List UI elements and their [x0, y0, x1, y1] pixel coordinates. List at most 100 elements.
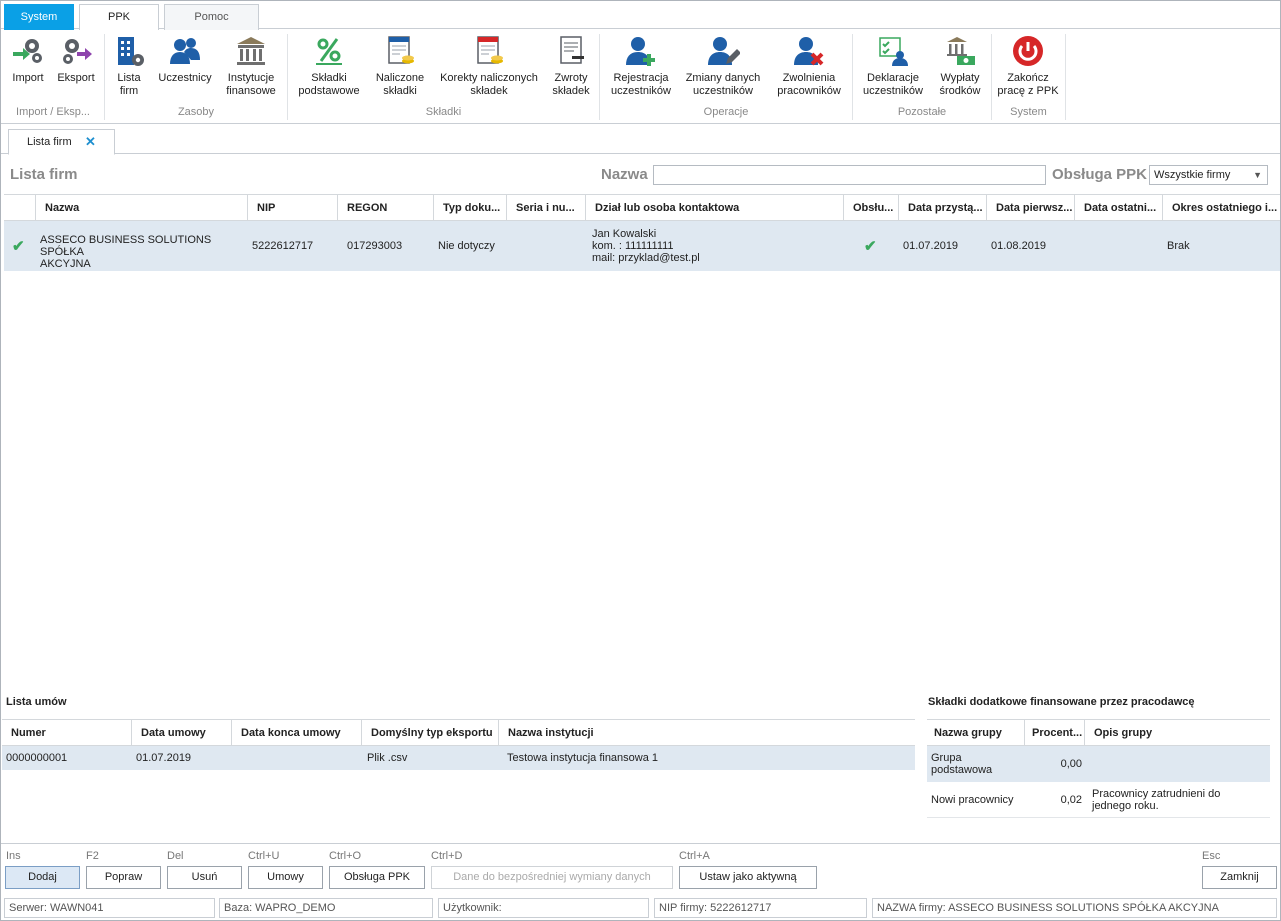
- users-icon: [170, 38, 200, 64]
- zakoncz-label-2: pracę z PPK: [997, 85, 1059, 97]
- uczestnicy-label: Uczestnicy: [158, 72, 212, 84]
- column-header-kontakt[interactable]: Dział lub osoba kontaktowa: [585, 195, 843, 221]
- column-header-regon[interactable]: REGON: [337, 195, 433, 221]
- column-header-nip[interactable]: NIP: [247, 195, 337, 221]
- column-header-typ[interactable]: Typ doku...: [433, 195, 506, 221]
- table-row[interactable]: 0000000001 01.07.2019 Plik .csv Testowa …: [2, 746, 915, 770]
- ribbon-separator: [1065, 34, 1066, 120]
- filter-bar: Lista firm Nazwa Obsługa PPK Wszystkie f…: [1, 157, 1280, 193]
- document-tabs: Lista firm ✕: [1, 125, 1280, 155]
- deklaracje-button[interactable]: Deklaracje uczestników: [858, 34, 928, 98]
- delete-button[interactable]: Usuń: [167, 866, 242, 889]
- firms-grid: Nazwa NIP REGON Typ doku... Seria i nu..…: [4, 194, 1280, 271]
- column-header-typ-eksportu[interactable]: Domyślny typ eksportu: [361, 720, 498, 746]
- skladki-podstawowe-button[interactable]: Składki podstawowe: [293, 34, 365, 98]
- power-icon: [1013, 36, 1043, 66]
- tab-pomoc[interactable]: Pomoc: [164, 4, 259, 30]
- status-database: Baza: WAPRO_DEMO: [219, 898, 433, 918]
- uczestnicy-button[interactable]: Uczestnicy: [156, 34, 214, 85]
- group-label-pozostale: Pozostałe: [897, 106, 947, 118]
- zwroty-label-2: składek: [552, 85, 590, 97]
- shortcut-usun: Del: [167, 850, 184, 862]
- skladki-header: Nazwa grupy Procent... Opis grupy: [927, 719, 1270, 746]
- edit-button[interactable]: Popraw: [86, 866, 161, 889]
- wyplaty-label-2: środków: [939, 85, 981, 97]
- zakoncz-label-1: Zakończ: [1007, 72, 1049, 84]
- wyplaty-button[interactable]: Wypłaty środków: [934, 34, 986, 98]
- cell-data-pierwsz: 01.08.2019: [991, 240, 1047, 252]
- document-coins-icon: [388, 36, 414, 64]
- ppk-service-button[interactable]: Obsługa PPK: [329, 866, 425, 889]
- cell-numer: 0000000001: [6, 752, 68, 764]
- divider: [1, 843, 1280, 844]
- column-header-okres[interactable]: Okres ostatniego i...: [1162, 195, 1280, 221]
- column-header-procent[interactable]: Procent...: [1024, 720, 1084, 746]
- direct-data-exchange-button[interactable]: Dane do bezpośredniej wymiany danych: [431, 866, 673, 889]
- naliczone-skladki-button[interactable]: Naliczone składki: [372, 34, 428, 98]
- document-correction-icon: [477, 36, 503, 64]
- zakoncz-button[interactable]: Zakończ pracę z PPK: [997, 34, 1059, 98]
- close-button[interactable]: Zamknij: [1202, 866, 1277, 889]
- column-header-data-przyst[interactable]: Data przystą...: [898, 195, 986, 221]
- column-header-nazwa-grupy[interactable]: Nazwa grupy: [927, 720, 1024, 746]
- zwroty-button[interactable]: Zwroty składek: [549, 34, 593, 98]
- import-label: Import: [12, 72, 44, 84]
- zwolnienia-button[interactable]: Zwolnienia pracowników: [770, 34, 848, 98]
- shortcut-umowy: Ctrl+U: [248, 850, 280, 862]
- cell-procent: 0,02: [1060, 794, 1082, 806]
- skladki-podstawowe-label-2: podstawowe: [298, 85, 360, 97]
- zwolnienia-label-1: Zwolnienia: [782, 72, 836, 84]
- doc-tab-lista-firm[interactable]: Lista firm ✕: [8, 129, 115, 155]
- korekty-button[interactable]: Korekty naliczonych składek: [435, 34, 543, 98]
- table-row[interactable]: ✔ ASSECO BUSINESS SOLUTIONS SPÓŁKA AKCYJ…: [4, 221, 1280, 271]
- group-label-operacje: Operacje: [703, 106, 749, 118]
- instytucje-label-2: finansowe: [226, 85, 276, 97]
- column-header-nazwa[interactable]: Nazwa: [35, 195, 247, 221]
- column-header-data-konca[interactable]: Data konca umowy: [231, 720, 361, 746]
- rejestracja-button[interactable]: Rejestracja uczestników: [605, 34, 677, 98]
- ribbon: Import Eksport Lista firm Uczestnicy Ins…: [1, 30, 1280, 124]
- doc-tab-label: Lista firm: [27, 136, 72, 148]
- column-header-seria[interactable]: Seria i nu...: [506, 195, 585, 221]
- zmiany-danych-button[interactable]: Zmiany danych uczestników: [682, 34, 764, 98]
- lista-firm-button[interactable]: Lista firm: [111, 34, 147, 98]
- name-filter-input[interactable]: [653, 165, 1046, 185]
- import-button[interactable]: Import: [8, 34, 48, 85]
- column-header-data-ostatni[interactable]: Data ostatni...: [1074, 195, 1162, 221]
- cell-data-konca: [231, 746, 361, 770]
- instytucje-button[interactable]: Instytucje finansowe: [220, 34, 282, 98]
- table-row[interactable]: Grupa podstawowa 0,00: [927, 746, 1270, 782]
- naliczone-label-2: składki: [383, 85, 417, 97]
- column-header-numer[interactable]: Numer: [2, 720, 131, 746]
- cell-nazwa-grupy: Nowi pracownicy: [931, 794, 1014, 806]
- column-header-data-pierwsz[interactable]: Data pierwsz...: [986, 195, 1074, 221]
- export-button[interactable]: Eksport: [54, 34, 98, 85]
- column-header-nazwa-instytucji[interactable]: Nazwa instytucji: [498, 720, 915, 746]
- table-row[interactable]: Nowi pracownicy 0,02 Pracownicy zatrudni…: [927, 782, 1270, 818]
- tab-ppk[interactable]: PPK: [79, 4, 159, 30]
- close-icon[interactable]: ✕: [85, 130, 96, 154]
- cell-kontakt-line-1: Jan Kowalski: [592, 228, 657, 240]
- ppk-filter-select[interactable]: Wszystkie firmy ▼: [1149, 165, 1268, 185]
- column-header-active: [4, 195, 35, 221]
- zmiany-label-2: uczestników: [693, 85, 753, 97]
- group-label-skladki: Składki: [425, 106, 462, 118]
- cell-nazwa-instytucji: Testowa instytucja finansowa 1: [507, 752, 659, 764]
- cell-nazwa-grupy-line-1: Grupa: [931, 752, 962, 764]
- page-title: Lista firm: [10, 166, 78, 183]
- set-active-button[interactable]: Ustaw jako aktywną: [679, 866, 817, 889]
- cell-obsluga: ✔: [859, 221, 898, 271]
- column-header-opis-grupy[interactable]: Opis grupy: [1084, 720, 1270, 746]
- naliczone-label-1: Naliczone: [375, 72, 425, 84]
- contracts-button[interactable]: Umowy: [248, 866, 323, 889]
- zwolnienia-label-2: pracowników: [777, 85, 841, 97]
- status-nip: NIP firmy: 5222612717: [654, 898, 867, 918]
- tab-system[interactable]: System: [4, 4, 74, 30]
- percent-icon: [316, 38, 342, 65]
- shortcut-dane: Ctrl+D: [431, 850, 463, 862]
- column-header-data-umowy[interactable]: Data umowy: [131, 720, 231, 746]
- lista-firm-label-2: firm: [119, 85, 139, 97]
- add-button[interactable]: Dodaj: [5, 866, 80, 889]
- column-header-obsluga[interactable]: Obsłu...: [843, 195, 898, 221]
- skladki-dodatkowe-title: Składki dodatkowe finansowane przez prac…: [928, 696, 1195, 708]
